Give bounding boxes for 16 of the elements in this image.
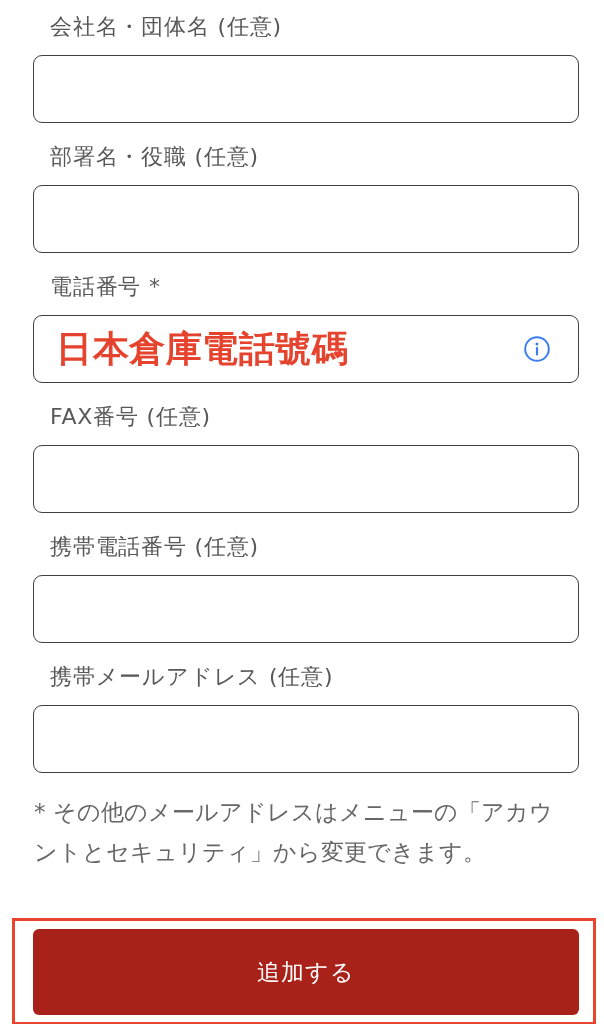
input-field[interactable] bbox=[33, 185, 579, 253]
field-label: FAX番号 (任意) bbox=[49, 403, 212, 431]
input-field[interactable]: 日本倉庫電話號碼 bbox=[33, 315, 579, 383]
info-icon[interactable] bbox=[524, 336, 550, 362]
field-label: 携帯メールアドレス (任意) bbox=[49, 663, 335, 691]
field-label: 携帯電話番号 (任意) bbox=[49, 533, 260, 561]
field-label: 会社名・団体名 (任意) bbox=[49, 13, 283, 41]
note-text: * その他のメールアドレスはメニューの「アカウントとセキュリティ」から変更できます。 bbox=[34, 798, 554, 867]
input-field[interactable] bbox=[33, 575, 579, 643]
input-field[interactable] bbox=[33, 55, 579, 123]
annotation-text: 日本倉庫電話號碼 bbox=[56, 327, 348, 371]
field-label: 電話番号 * bbox=[49, 273, 162, 301]
input-field[interactable] bbox=[33, 705, 579, 773]
input-field[interactable] bbox=[33, 445, 579, 513]
field-label: 部署名・役職 (任意) bbox=[49, 143, 260, 171]
add-button[interactable]: 追加する bbox=[33, 929, 579, 1015]
